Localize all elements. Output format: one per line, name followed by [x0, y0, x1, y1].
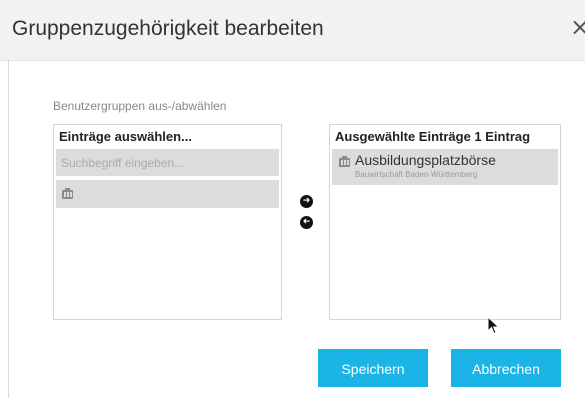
selected-entries-header: Ausgewählte Einträge 1 Eintrag [335, 129, 531, 144]
list-item[interactable] [56, 180, 279, 208]
group-building-icon [339, 156, 350, 167]
available-entries-header: Einträge auswählen... [59, 129, 192, 144]
dialog-title-bar: Gruppenzugehörigkeit bearbeiten × [0, 0, 585, 61]
close-icon[interactable]: × [570, 15, 585, 39]
section-label: Benutzergruppen aus-/abwählen [53, 99, 227, 113]
save-button[interactable]: Speichern [318, 349, 428, 387]
dialog-left-border [8, 60, 9, 398]
selected-entries-panel: Ausgewählte Einträge 1 Eintrag Ausbildun… [329, 124, 561, 320]
move-right-button[interactable]: ➜ [300, 195, 313, 208]
search-input[interactable] [56, 149, 279, 176]
move-left-button[interactable]: ➜ [300, 216, 313, 229]
item-title: Ausbildungsplatzbörse [355, 152, 496, 168]
available-entries-panel: Einträge auswählen... [53, 124, 282, 320]
arrow-right-circle-icon: ➜ [302, 196, 311, 206]
item-subtitle: Bauwirtschaft Baden-Württemberg [355, 170, 478, 179]
group-membership-dialog: Gruppenzugehörigkeit bearbeiten × Benutz… [0, 0, 585, 398]
group-building-icon [62, 188, 73, 199]
arrow-left-circle-icon: ➜ [302, 217, 311, 227]
selected-list-item[interactable]: Ausbildungsplatzbörse Bauwirtschaft Bade… [332, 149, 558, 185]
mouse-pointer-icon [487, 316, 500, 335]
cancel-button[interactable]: Abbrechen [451, 349, 561, 387]
dialog-title: Gruppenzugehörigkeit bearbeiten [12, 17, 324, 40]
